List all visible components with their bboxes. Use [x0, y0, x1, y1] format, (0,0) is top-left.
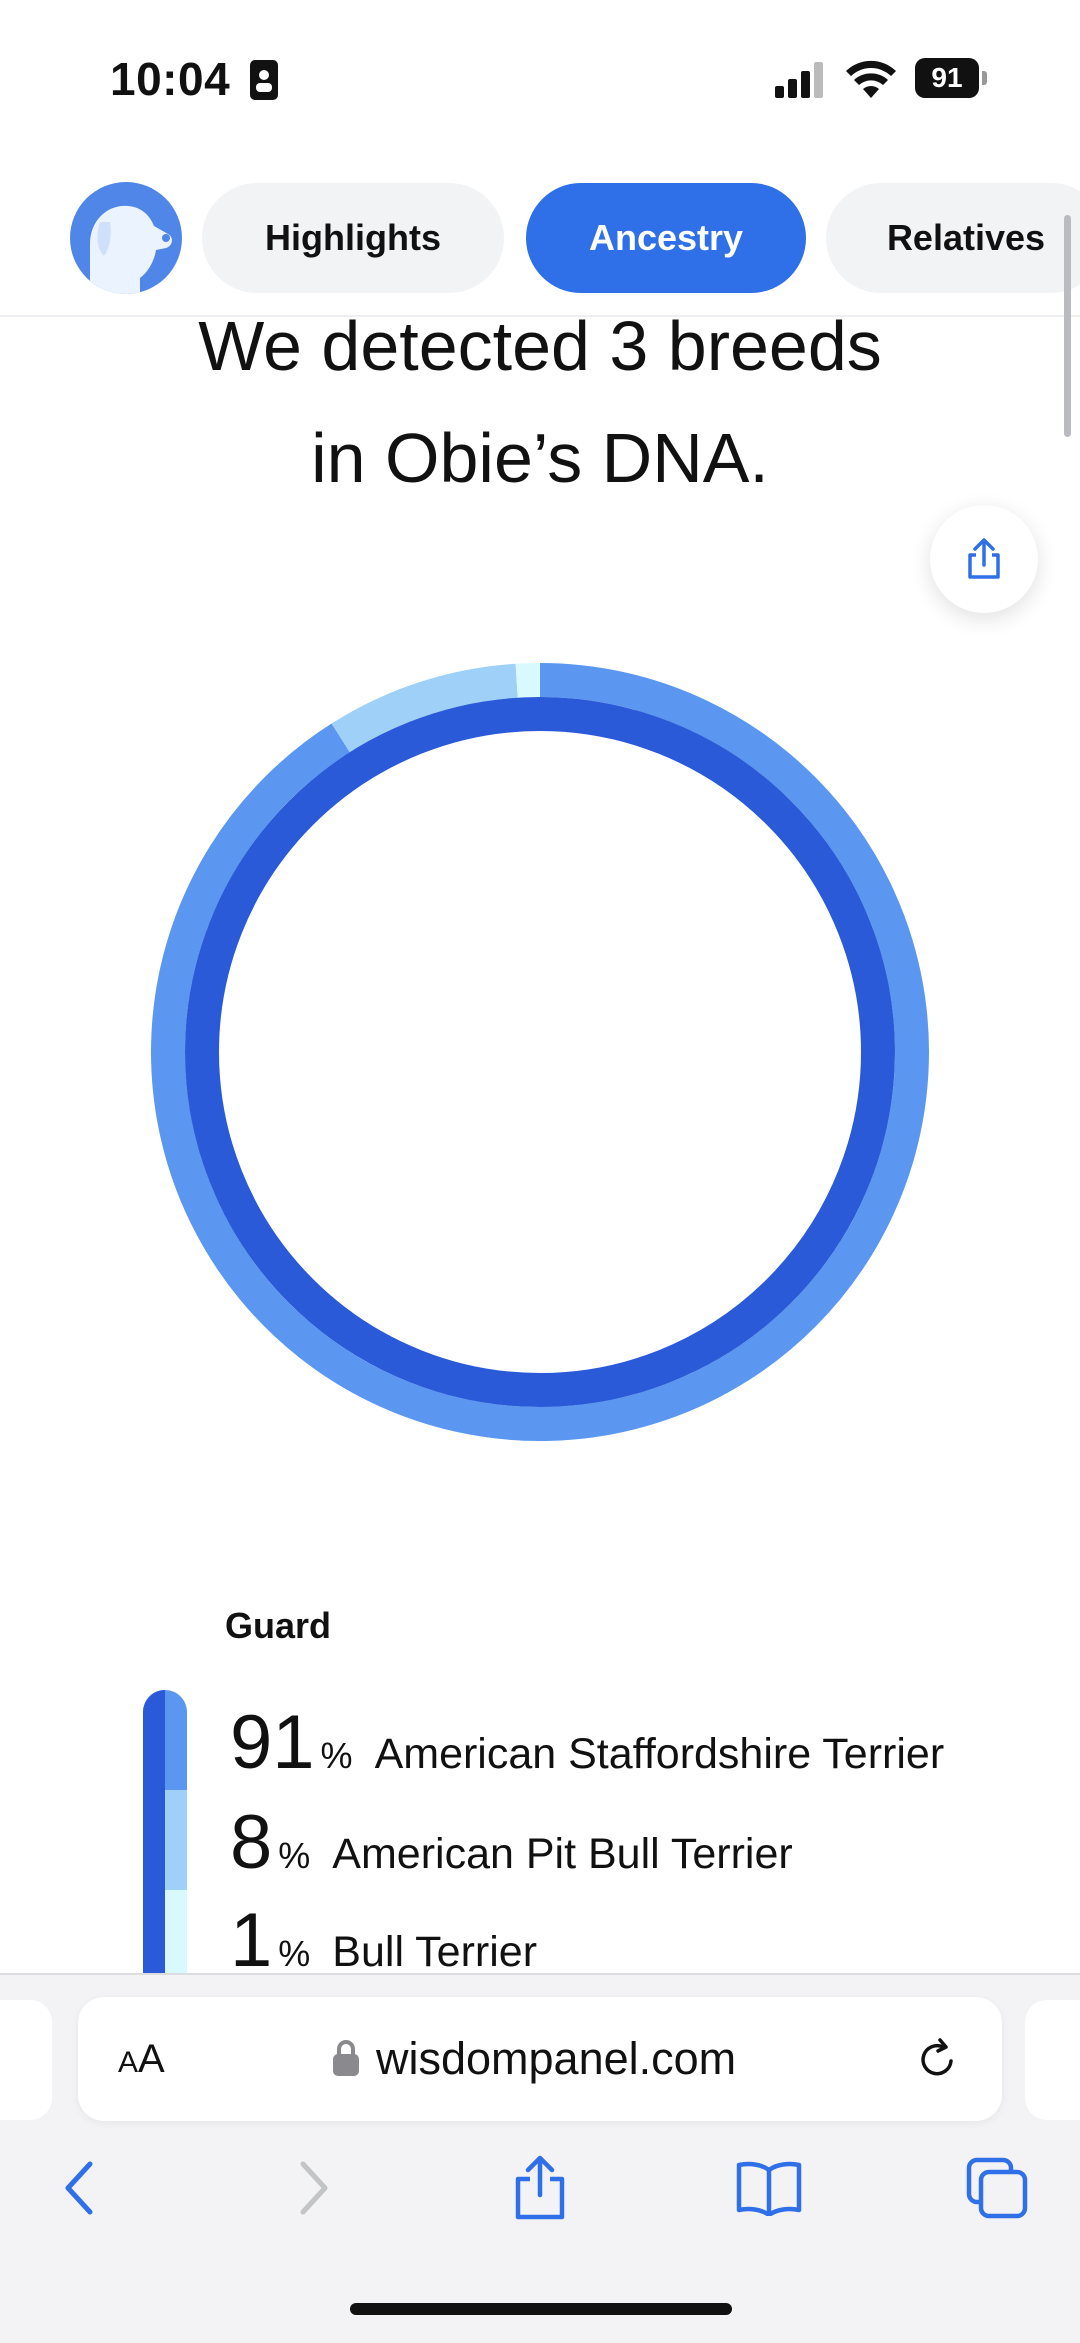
breed-group-label: Guard — [225, 1605, 332, 1646]
next-tab-preview[interactable] — [1025, 2000, 1080, 2120]
breed-row[interactable]: 1 % Bull Terrier — [230, 1903, 537, 1979]
dog-silhouette-icon — [90, 205, 172, 294]
bar-group-stripe — [143, 1690, 165, 1980]
breed-percent: 8 — [230, 1800, 273, 1885]
dog-avatar[interactable] — [70, 182, 182, 294]
wifi-icon — [846, 60, 896, 98]
share-button[interactable] — [930, 505, 1038, 613]
share-icon — [515, 2155, 565, 2220]
cellular-signal-icon — [775, 62, 823, 98]
reload-icon[interactable] — [913, 2035, 961, 2083]
share-page-button[interactable] — [505, 2153, 575, 2223]
tabs-icon — [966, 2157, 1028, 2219]
back-button[interactable] — [45, 2153, 115, 2223]
breed-name: American Staffordshire Terrier — [374, 1730, 945, 1778]
chevron-left-icon — [65, 2161, 93, 2215]
forward-button[interactable] — [278, 2153, 348, 2223]
tab-ancestry[interactable]: Ancestry — [526, 183, 806, 293]
ancestry-donut-chart — [151, 663, 929, 1441]
breed-row[interactable]: 91 % American Staffordshire Terrier — [230, 1705, 944, 1781]
lock-icon — [333, 2040, 359, 2076]
book-icon — [736, 2161, 802, 2216]
page-title: We detected 3 breeds in Obie’s DNA. — [80, 290, 1000, 514]
status-bar: 10:04 91 — [0, 0, 1080, 160]
address-bar[interactable]: AA wisdompanel.com — [78, 1997, 1002, 2121]
chevron-right-icon — [300, 2161, 328, 2215]
text-size-button[interactable]: AA — [118, 2037, 165, 2082]
tabs-button[interactable] — [962, 2153, 1032, 2223]
share-icon — [968, 538, 1000, 579]
breed-percent: 91 — [230, 1700, 315, 1785]
page-title-line-1: We detected 3 breeds — [198, 307, 882, 385]
previous-tab-preview[interactable] — [0, 2000, 52, 2120]
breed-composition-bar — [143, 1690, 187, 1980]
percent-sign: % — [278, 1835, 311, 1876]
battery-icon: 91 — [915, 58, 987, 100]
url-text: wisdompanel.com — [376, 2033, 737, 2084]
browser-toolbar: AA wisdompanel.com — [0, 1973, 1080, 2343]
page-title-line-2: in Obie’s DNA. — [311, 419, 769, 497]
donut-segment-3 — [515, 663, 541, 698]
battery-level: 91 — [915, 58, 979, 98]
percent-sign: % — [320, 1735, 353, 1776]
contact-card-icon — [250, 60, 278, 100]
breed-name: American Pit Bull Terrier — [332, 1830, 793, 1878]
bookmarks-button[interactable] — [734, 2153, 804, 2223]
donut-group-ring — [185, 697, 895, 1407]
breed-percent: 1 — [230, 1898, 273, 1983]
tab-highlights[interactable]: Highlights — [202, 183, 504, 293]
tab-relatives[interactable]: Relatives — [826, 183, 1080, 293]
percent-sign: % — [278, 1933, 311, 1974]
status-time: 10:04 — [110, 53, 231, 105]
breed-name: Bull Terrier — [332, 1928, 538, 1976]
breed-row[interactable]: 8 % American Pit Bull Terrier — [230, 1805, 793, 1881]
donut-segment-1 — [151, 663, 929, 1441]
scrollbar[interactable] — [1064, 215, 1071, 437]
home-indicator — [350, 2303, 732, 2315]
